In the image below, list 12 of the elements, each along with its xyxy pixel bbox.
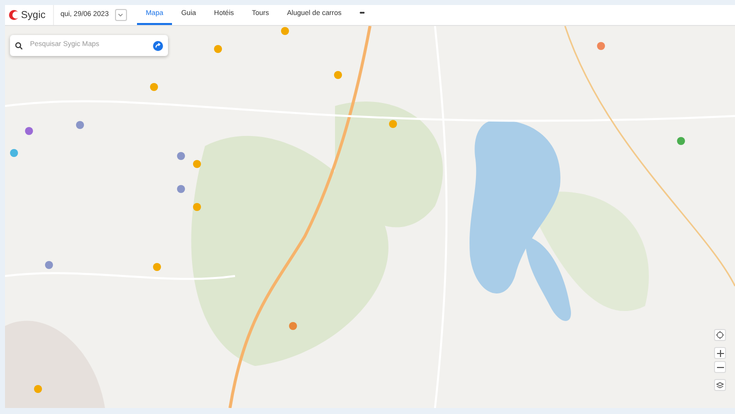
plus-icon <box>716 350 724 356</box>
brand-name: Sygic <box>21 8 46 22</box>
caret-icon <box>118 13 124 17</box>
search-icon <box>15 42 23 50</box>
locate-button[interactable] <box>714 329 726 341</box>
navigation-icon[interactable] <box>153 40 163 50</box>
layers-button[interactable] <box>714 379 726 391</box>
crosshair-icon <box>716 331 724 339</box>
zoom-in-button[interactable] <box>714 347 726 359</box>
logo-icon <box>9 10 19 20</box>
layers-icon <box>716 381 724 389</box>
zoom-out-button[interactable] <box>714 361 726 373</box>
